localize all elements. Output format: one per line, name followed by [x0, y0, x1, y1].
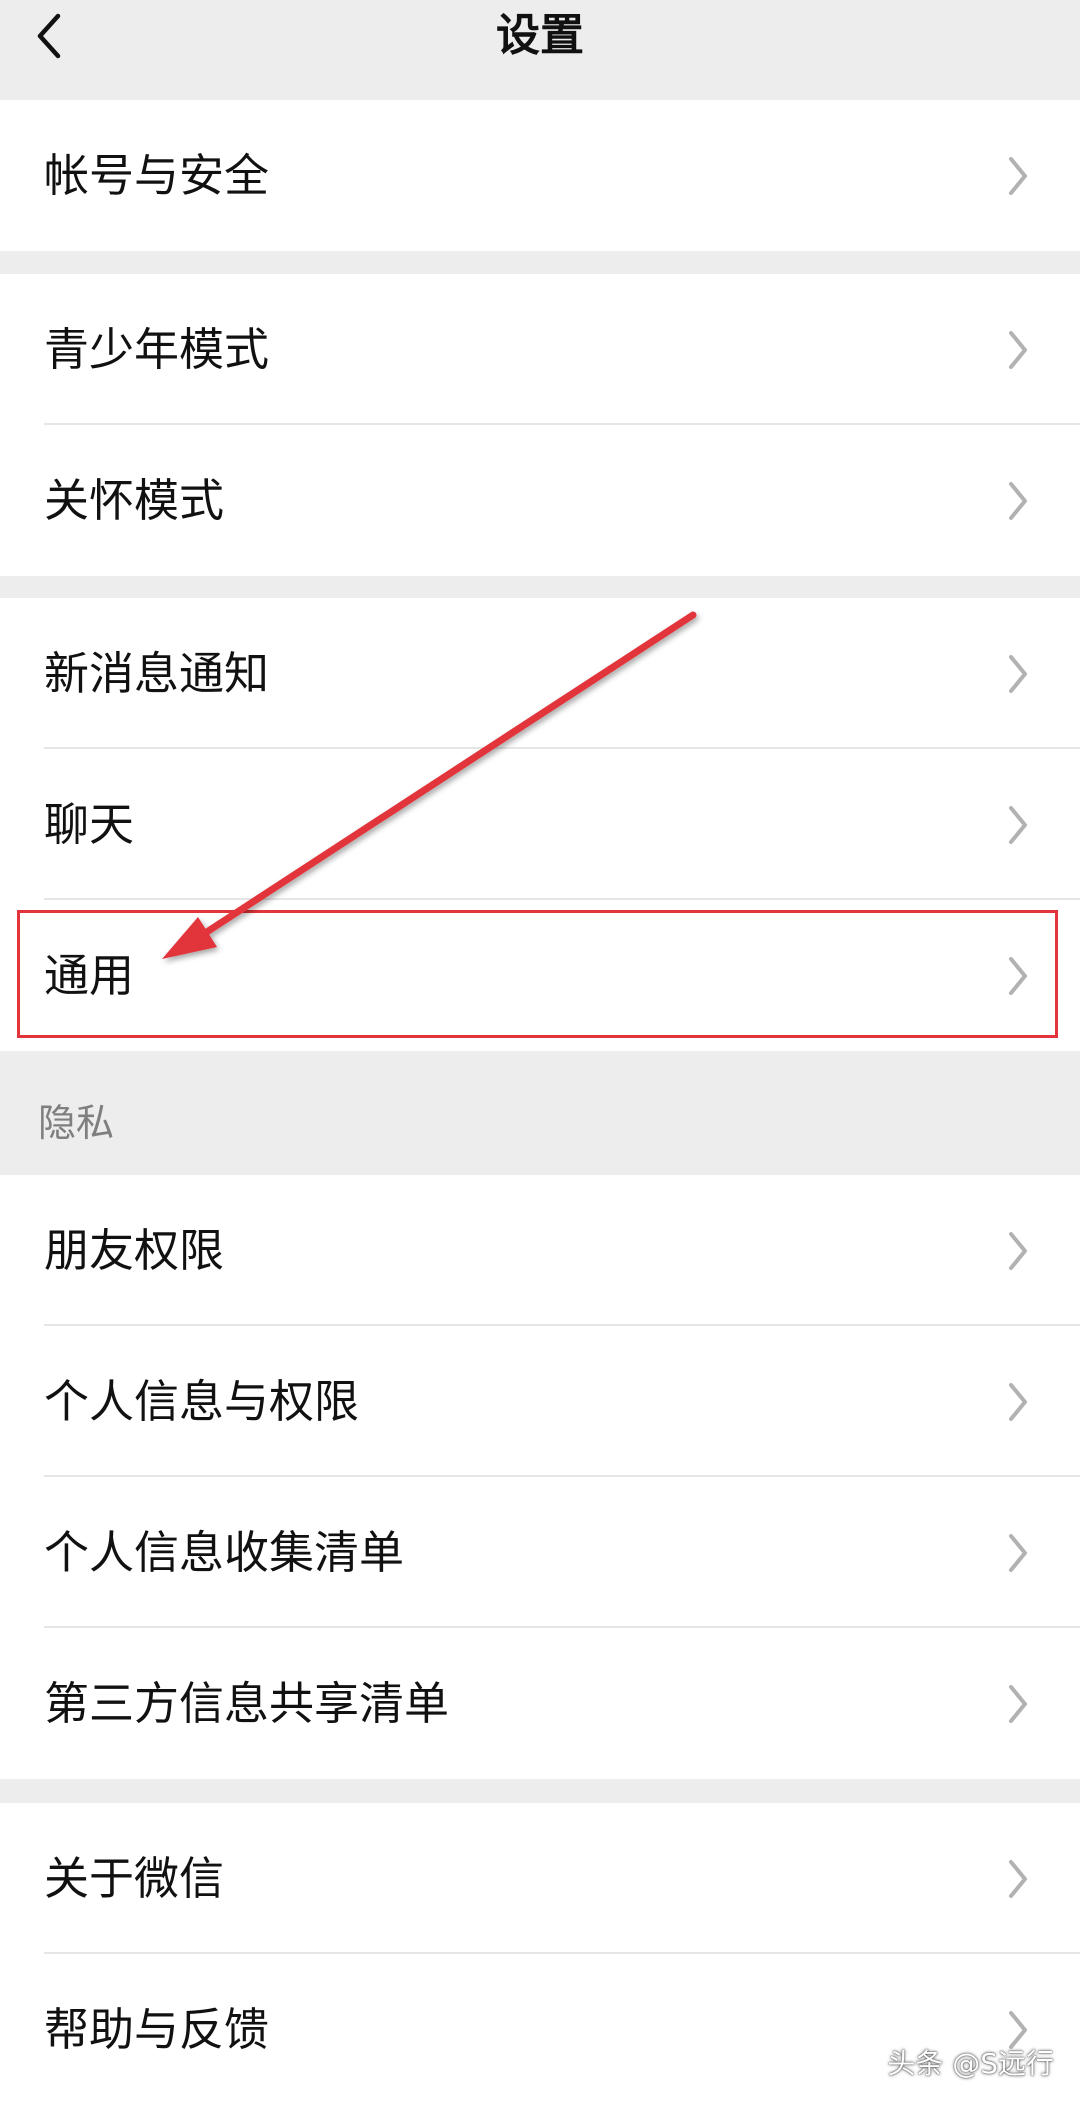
chevron-left-icon: [37, 13, 61, 59]
chevron-right-icon: [1009, 1684, 1027, 1723]
watermark: 头条 @S远行: [887, 2047, 1054, 2080]
settings-item-label: 帮助与反馈: [44, 2003, 270, 2056]
section-title: 隐私: [38, 1101, 115, 1145]
settings-item-label: 个人信息收集清单: [44, 1526, 405, 1579]
settings-item-third-party-sharing[interactable]: 第三方信息共享清单: [0, 1628, 1080, 1779]
settings-item-about-wechat[interactable]: 关于微信: [0, 1803, 1080, 1954]
settings-item-label: 第三方信息共享清单: [44, 1677, 450, 1730]
settings-item-label: 朋友权限: [44, 1224, 225, 1277]
chevron-right-icon: [1009, 1859, 1027, 1898]
settings-item-notifications[interactable]: 新消息通知: [0, 598, 1080, 749]
back-button[interactable]: [28, 0, 108, 72]
settings-item-label: 关怀模式: [44, 474, 225, 527]
settings-item-care-mode[interactable]: 关怀模式: [0, 425, 1080, 576]
chevron-right-icon: [1009, 481, 1027, 520]
settings-item-label: 通用: [44, 949, 135, 1002]
settings-item-friend-permissions[interactable]: 朋友权限: [0, 1175, 1080, 1326]
settings-item-personal-info-collection[interactable]: 个人信息收集清单: [0, 1477, 1080, 1628]
chevron-right-icon: [1009, 805, 1027, 844]
chevron-right-icon: [1009, 330, 1027, 369]
settings-item-help-feedback[interactable]: 帮助与反馈: [0, 1954, 1080, 2105]
settings-group-privacy: 朋友权限 个人信息与权限 个人信息收集清单 第三方信息共享清单: [0, 1175, 1080, 1779]
settings-item-label: 聊天: [44, 798, 135, 851]
settings-group-modes: 青少年模式 关怀模式: [0, 274, 1080, 576]
navigation-bar: 设置: [0, 0, 1080, 100]
settings-item-chat[interactable]: 聊天: [0, 749, 1080, 900]
page-title: 设置: [496, 10, 584, 61]
chevron-right-icon: [1009, 156, 1027, 195]
settings-item-teen-mode[interactable]: 青少年模式: [0, 274, 1080, 425]
chevron-right-icon: [1009, 1382, 1027, 1421]
chevron-right-icon: [1009, 1231, 1027, 1270]
settings-item-label: 个人信息与权限: [44, 1375, 360, 1428]
chevron-right-icon: [1009, 1533, 1027, 1572]
settings-item-label: 青少年模式: [44, 323, 270, 376]
settings-item-label: 帐号与安全: [44, 149, 270, 202]
section-header-privacy: 隐私: [0, 1051, 1080, 1175]
chevron-right-icon: [1009, 654, 1027, 693]
settings-group-general: 新消息通知 聊天 通用: [0, 598, 1080, 1051]
settings-item-account-security[interactable]: 帐号与安全: [0, 100, 1080, 251]
chevron-right-icon: [1009, 956, 1027, 995]
settings-group-account: 帐号与安全: [0, 100, 1080, 251]
settings-item-general[interactable]: 通用: [0, 900, 1080, 1051]
settings-item-label: 新消息通知: [44, 647, 270, 700]
settings-item-label: 关于微信: [44, 1852, 225, 1905]
settings-item-personal-info-permissions[interactable]: 个人信息与权限: [0, 1326, 1080, 1477]
